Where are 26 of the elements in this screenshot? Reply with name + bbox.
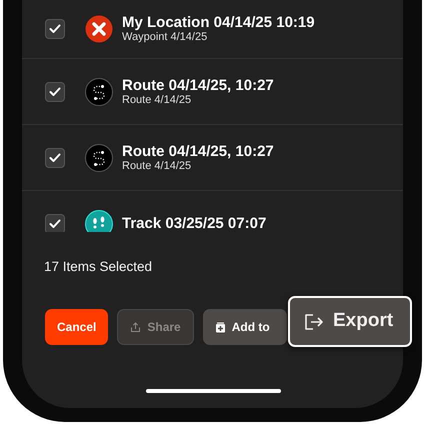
add-icon [214,322,226,333]
cancel-button[interactable]: Cancel [45,309,108,346]
item-subtitle: Route 4/14/25 [122,94,192,106]
export-icon [304,312,324,330]
add-button[interactable]: Add to [202,309,287,346]
check-icon [49,218,61,228]
item-title: My Location 04/14/25 10:19 [122,14,315,31]
item-title: Route 04/14/25, 10:27 [122,76,274,94]
check-icon [49,86,61,96]
checkbox[interactable] [45,82,65,102]
close-icon [85,15,113,43]
check-icon [49,152,61,162]
route-icon [85,144,113,172]
check-icon [49,24,61,34]
item-subtitle: Waypoint 4/14/25 [122,31,208,44]
checkbox[interactable] [45,19,65,39]
item-title: Track 03/25/25 07:07 [122,215,266,232]
footprints-icon [85,210,113,232]
selection-count: 17 Items Selected [43,258,154,276]
route-icon [85,78,113,106]
share-icon [130,322,142,333]
checkbox[interactable] [45,214,65,232]
item-title: Route 04/14/25, 10:27 [122,142,274,160]
item-subtitle: Route 4/14/25 [122,160,192,172]
checkbox[interactable] [45,148,65,168]
export-button[interactable]: Export [288,296,412,347]
